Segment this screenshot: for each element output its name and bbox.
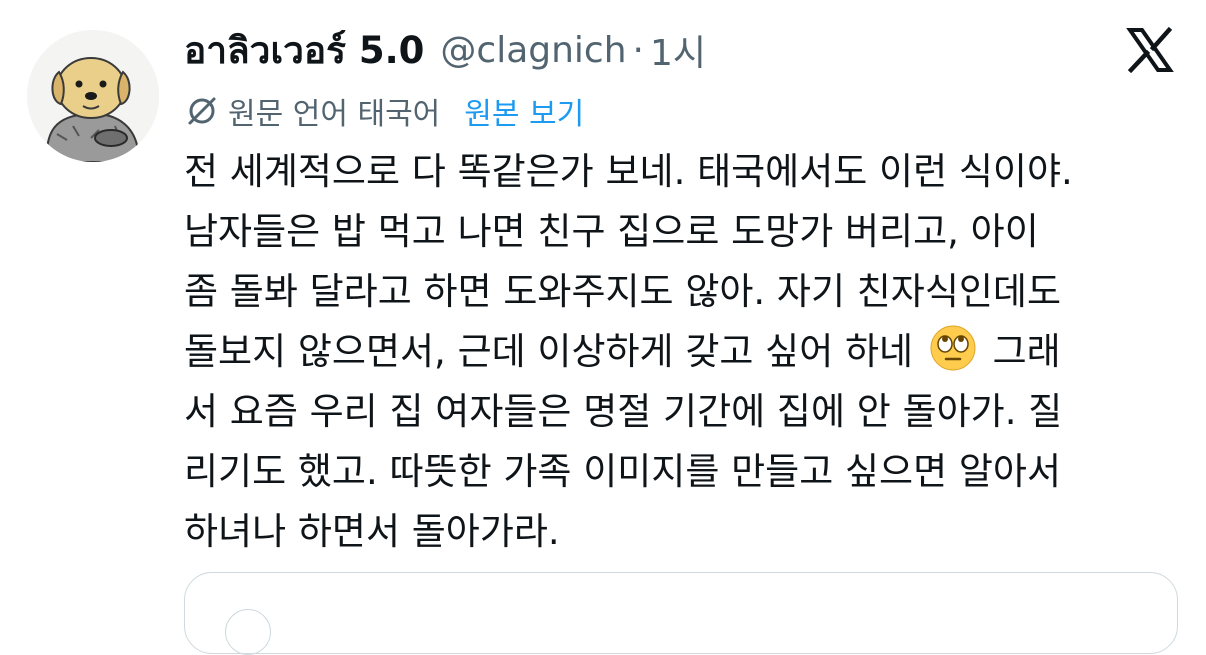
- author-display-name[interactable]: อาลิวเวอร์ 5.0: [184, 21, 424, 80]
- translation-source-label: 원문 언어 태국어: [228, 97, 441, 132]
- author-handle[interactable]: @clagnich: [440, 30, 626, 71]
- quoted-post-card[interactable]: [184, 572, 1178, 655]
- post-text-line: 좀 돌봐 달라고 하면 도와주지도 않아. 자기 친자식인데도: [184, 270, 1062, 313]
- meta-separator: ·: [632, 29, 644, 71]
- post-text-segment: 그래: [992, 330, 1061, 373]
- post-header: อาลิวเวอร์ 5.0 @clagnich · 1시: [184, 22, 1186, 78]
- post-text-line: 하녀나 하면서 돌아가라.: [184, 510, 560, 553]
- rolling-eyes-emoji-icon: [930, 325, 976, 371]
- x-logo-icon[interactable]: [1126, 26, 1174, 74]
- post-timestamp[interactable]: 1시: [650, 24, 706, 76]
- view-original-link[interactable]: 원본 보기: [464, 89, 584, 133]
- post-text-line-with-emoji: 돌보지 않으면서, 근데 이상하게 갖고 싶어 하네 그래: [184, 322, 1194, 382]
- post-text-line: 리기도 했고. 따뜻한 가족 이미지를 만들고 싶으면 알아서: [184, 450, 1062, 493]
- post-text-line: 서 요즘 우리 집 여자들은 명절 기간에 집에 안 돌아가. 질: [184, 390, 1063, 433]
- translate-icon: [188, 97, 216, 125]
- user-avatar[interactable]: [27, 30, 159, 162]
- post-text-line: 남자들은 밥 먹고 나면 친구 집으로 도망가 버리고, 아이: [184, 210, 1039, 253]
- post-text-line: 전 세계적으로 다 똑같은가 보네. 태국에서도 이런 식이야.: [184, 150, 1073, 193]
- translation-bar: 원문 언어 태국어 원본 보기: [184, 90, 584, 132]
- post-text: 전 세계적으로 다 똑같은가 보네. 태국에서도 이런 식이야. 남자들은 밥 …: [184, 142, 1194, 562]
- post-text-segment: 돌보지 않으면서, 근데 이상하게 갖고 싶어 하네: [184, 330, 914, 373]
- dog-avatar-image: [27, 30, 159, 162]
